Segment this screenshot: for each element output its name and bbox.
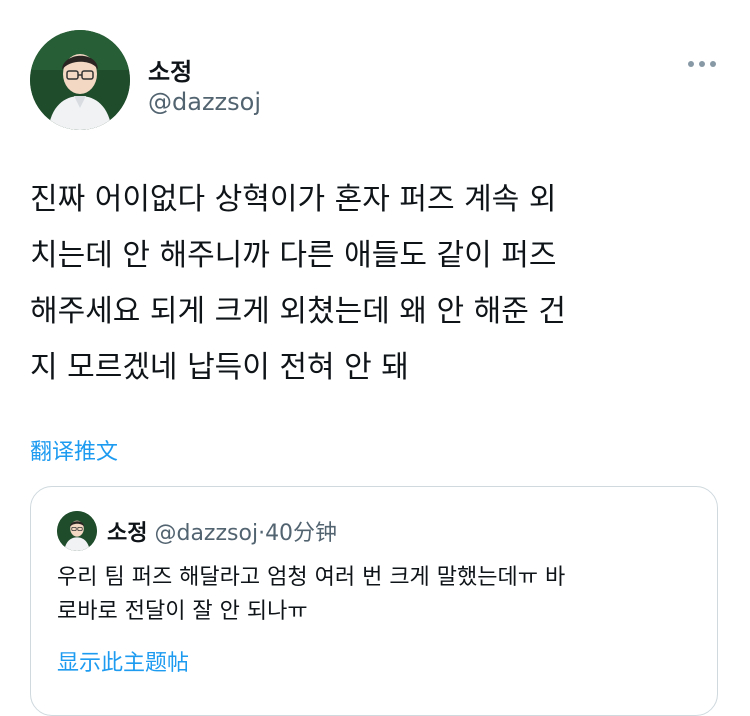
more-options-button[interactable] <box>684 52 720 76</box>
tweet-text-line: 지 모르겠네 납득이 전혀 안 돼 <box>30 350 409 385</box>
quoted-author-avatar <box>57 511 97 551</box>
more-dots-icon <box>688 61 716 67</box>
quoted-text-line: 우리 팀 퍼즈 해달라고 엄청 여러 번 크게 말했는데ㅠ 바 <box>57 565 566 590</box>
quoted-text-line: 로바로 전달이 잘 안 되나ㅠ <box>57 599 308 624</box>
quoted-tweet-time: 40分钟 <box>265 521 338 546</box>
tweet-text-line: 치는데 안 해주니까 다른 애들도 같이 퍼즈 <box>30 238 557 273</box>
author-name[interactable]: 소정 <box>148 52 192 87</box>
author-avatar[interactable] <box>30 30 130 130</box>
tweet-text-line: 진짜 어이없다 상혁이가 혼자 퍼즈 계속 외 <box>30 182 557 217</box>
author-handle[interactable]: @dazzsoj <box>148 88 261 116</box>
quoted-tweet-card[interactable]: 소정 @dazzsoj·40分钟 우리 팀 퍼즈 해달라고 엄청 여러 번 크게… <box>30 486 718 716</box>
profile-photo <box>57 511 97 551</box>
quoted-tweet-header: 소정 @dazzsoj·40分钟 <box>107 515 337 547</box>
profile-photo <box>30 30 130 130</box>
show-thread-link[interactable]: 显示此主题帖 <box>57 645 189 677</box>
tweet-text: 진짜 어이없다 상혁이가 혼자 퍼즈 계속 외 치는데 안 해주니까 다른 애들… <box>30 172 720 396</box>
meta-separator: · <box>258 521 266 546</box>
translate-tweet-link[interactable]: 翻译推文 <box>30 434 118 466</box>
quoted-tweet-text: 우리 팀 퍼즈 해달라고 엄청 여러 번 크게 말했는데ㅠ 바 로바로 전달이 … <box>57 561 697 629</box>
tweet-text-line: 해주세요 되게 크게 외쳤는데 왜 안 해준 건 <box>30 294 566 329</box>
quoted-author-handle: @dazzsoj <box>154 521 259 546</box>
quoted-author-name: 소정 <box>107 521 148 546</box>
